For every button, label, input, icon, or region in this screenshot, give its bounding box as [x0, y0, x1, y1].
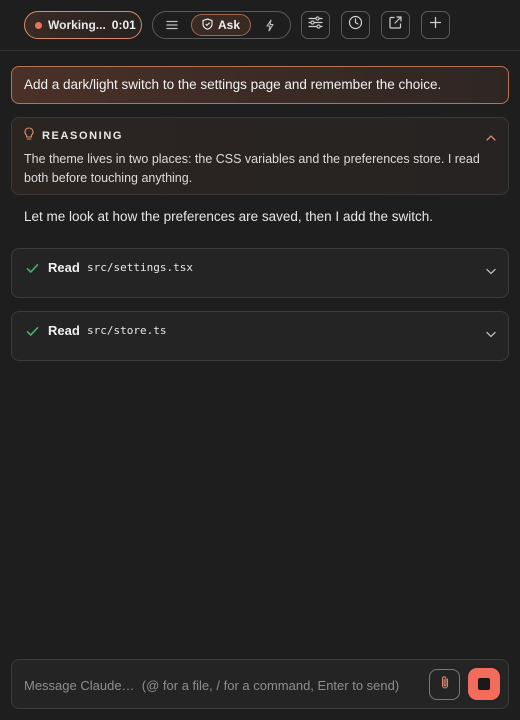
check-icon — [26, 261, 39, 279]
stop-icon — [478, 678, 490, 690]
message-composer — [11, 659, 509, 709]
attach-button[interactable] — [429, 669, 460, 700]
check-icon — [26, 324, 39, 342]
chevron-up-icon[interactable] — [486, 128, 496, 146]
mode-ask-button[interactable]: Ask — [191, 14, 251, 36]
status-timer: 0:01 — [111, 18, 136, 32]
chevron-down-icon[interactable] — [486, 262, 496, 280]
plus-icon — [429, 16, 442, 34]
message-input[interactable] — [24, 675, 424, 695]
shield-icon — [202, 17, 213, 33]
status-dot-icon — [35, 21, 42, 29]
paperclip-icon — [440, 675, 450, 695]
chevron-down-icon[interactable] — [486, 325, 496, 343]
open-external-button[interactable] — [381, 11, 410, 39]
history-icon — [348, 15, 363, 35]
stop-button[interactable] — [468, 668, 500, 700]
external-link-icon — [388, 15, 403, 35]
tool-call-card[interactable]: Read src/settings.tsx — [11, 248, 509, 298]
new-session-button[interactable] — [421, 11, 450, 39]
tool-path: src/settings.tsx — [87, 261, 193, 274]
reasoning-card[interactable]: REASONING The theme lives in two places:… — [11, 117, 509, 195]
settings-sliders-button[interactable] — [301, 11, 330, 39]
mode-ask-label: Ask — [217, 18, 240, 32]
mode-selector: Ask — [152, 11, 291, 39]
lightbulb-icon — [24, 126, 34, 146]
reasoning-header: REASONING — [24, 126, 496, 146]
assistant-message: Let me look at how the preferences are s… — [24, 209, 433, 224]
history-button[interactable] — [341, 11, 370, 39]
sliders-icon — [308, 16, 323, 34]
status-label: Working... — [48, 18, 106, 32]
reasoning-text: The theme lives in two places: the CSS v… — [24, 152, 480, 185]
tool-verb: Read — [48, 323, 80, 338]
reasoning-title: REASONING — [42, 130, 124, 142]
tool-verb: Read — [48, 260, 80, 275]
bolt-icon[interactable] — [251, 12, 289, 38]
top-bar: Working... 0:01 Ask — [0, 0, 520, 51]
status-indicator[interactable]: Working... 0:01 — [24, 11, 142, 39]
tool-path: src/store.ts — [87, 324, 167, 337]
tool-call-card[interactable]: Read src/store.ts — [11, 311, 509, 361]
user-message: Add a dark/light switch to the settings … — [11, 66, 509, 104]
menu-icon[interactable] — [153, 12, 191, 38]
